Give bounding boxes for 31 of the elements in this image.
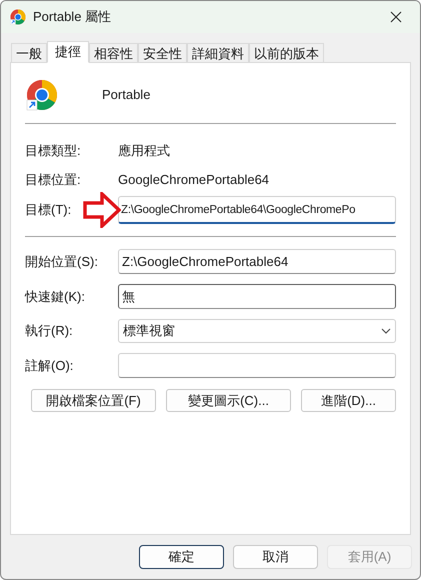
field-value: 應用程式 (118, 142, 170, 160)
action-button[interactable]: 開啟檔案位置(F) (31, 389, 156, 412)
tab[interactable]: 以前的版本 (249, 43, 324, 62)
tab[interactable]: 安全性 (138, 43, 187, 62)
dialog-button[interactable]: 取消 (233, 545, 318, 569)
field-label: 執行(R): (25, 322, 74, 340)
field-label: 目標位置: (25, 170, 82, 189)
run-select[interactable]: 標準視窗 (118, 319, 396, 343)
field-label: 目標類型: (25, 142, 82, 160)
shortcut-icon (26, 79, 58, 111)
close-icon (390, 11, 402, 23)
shortcut-name: Portable (102, 86, 150, 104)
tab[interactable]: 相容性 (89, 43, 138, 62)
tab[interactable]: 捷徑 (47, 41, 89, 63)
field-label: 目標(T): (25, 202, 72, 218)
tab[interactable]: 詳細資料 (187, 43, 249, 62)
input-field[interactable] (118, 353, 396, 378)
action-button[interactable]: 變更圖示(C)... (166, 389, 292, 412)
field-label: 開始位置(S): (25, 252, 99, 271)
app-icon (10, 9, 26, 25)
tab[interactable]: 一般 (11, 43, 47, 62)
field-label: 快速鍵(K): (25, 288, 86, 306)
input-field[interactable]: 無 (118, 284, 396, 309)
window-title: Portable 屬性 (33, 8, 112, 26)
input-field[interactable]: Z:\GoogleChromePortable64 (118, 249, 396, 274)
field-value: GoogleChromePortable64 (118, 170, 270, 189)
action-button[interactable]: 進階(D)... (301, 389, 396, 412)
field-label: 註解(O): (25, 356, 74, 375)
chevron-down-icon (381, 328, 391, 334)
target-field[interactable]: Z:\GoogleChromePortable64\GoogleChromePo (118, 196, 396, 224)
dialog-button[interactable]: 確定 (139, 545, 224, 569)
